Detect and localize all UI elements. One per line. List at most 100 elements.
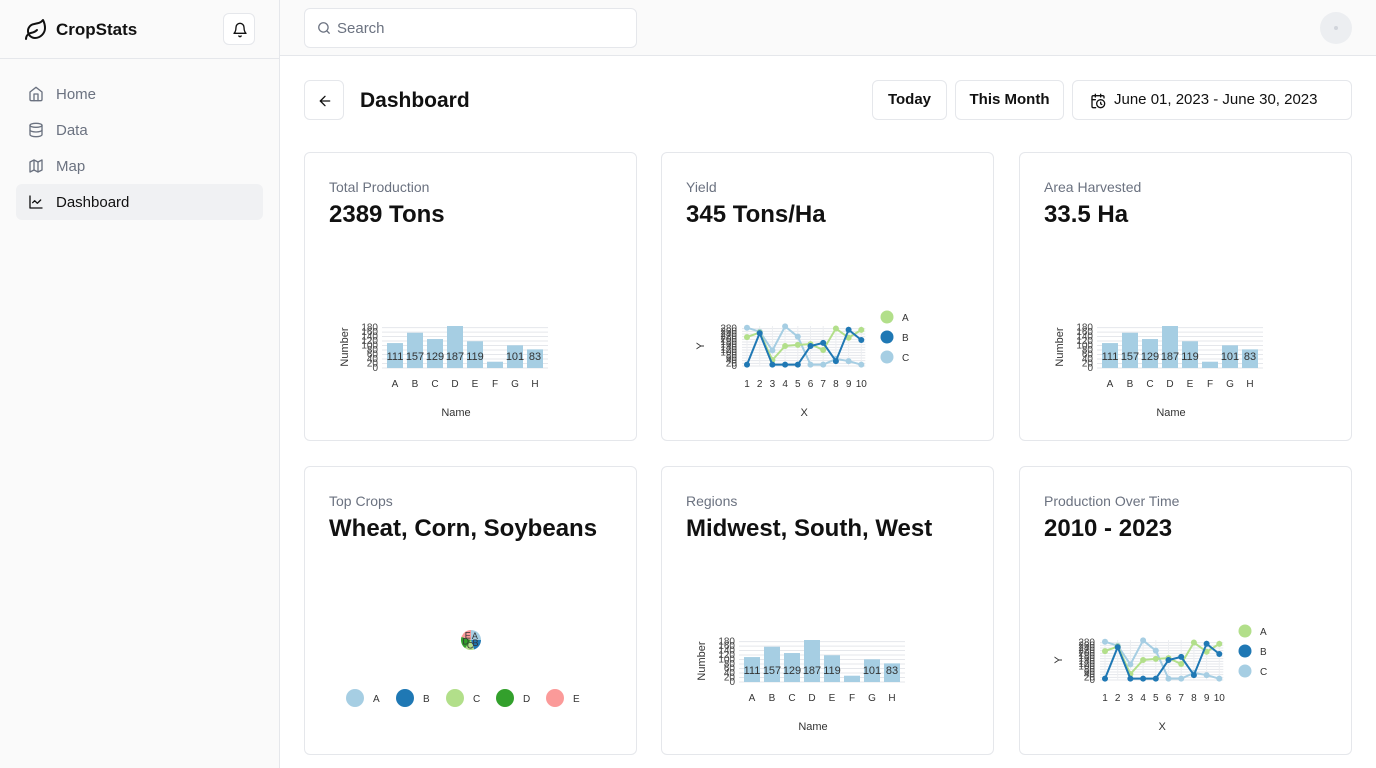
today-button[interactable]: Today	[872, 80, 947, 120]
bar	[487, 361, 503, 368]
data-label: 111	[387, 351, 404, 363]
x-tick-label: F	[492, 379, 498, 390]
x-tick-label: 6	[1166, 693, 1172, 704]
x-axis-label: X	[1158, 721, 1166, 733]
sidebar-item-label: Home	[56, 86, 97, 103]
brand-header: CropStats	[0, 0, 279, 59]
data-point	[1190, 672, 1197, 679]
x-tick-label: 4	[782, 379, 788, 390]
y-tick-label: 280	[1078, 638, 1095, 649]
line-chart: 0204060801001201401601802002202402602801…	[1053, 624, 1267, 733]
legend-swatch	[1238, 624, 1252, 638]
x-tick-label: 10	[1214, 693, 1226, 704]
back-button[interactable]	[304, 80, 344, 120]
data-point	[832, 358, 839, 365]
data-point	[845, 358, 852, 365]
x-tick-label: H	[888, 693, 895, 704]
legend-swatch	[1238, 664, 1252, 678]
data-point	[782, 361, 789, 368]
data-point	[1102, 638, 1108, 645]
data-label: 187	[446, 351, 464, 363]
x-axis-label: Name	[1156, 407, 1185, 419]
x-axis-label: X	[800, 407, 808, 419]
card-top-crops: Top Crops Wheat, Corn, Soybeans ABCDEABC…	[304, 466, 637, 755]
data-point	[1152, 675, 1159, 682]
sidebar-nav: Home Data Map Dashboard	[16, 76, 263, 220]
y-axis-label: Y	[1053, 656, 1065, 664]
date-range-picker[interactable]: June 01, 2023 - June 30, 2023	[1072, 80, 1352, 120]
data-point	[1127, 661, 1134, 668]
data-label: 129	[426, 351, 444, 363]
card-total-production: Total Production 2389 Tons 0 20 40 60 80 100 1…	[304, 152, 637, 441]
x-tick-label: C	[788, 693, 795, 704]
data-label: 129	[1141, 351, 1159, 363]
sidebar: CropStats Home Data Map Dashboard	[0, 0, 280, 768]
avatar[interactable]	[1320, 12, 1352, 44]
legend-label: D	[523, 694, 530, 705]
search-box[interactable]	[304, 8, 637, 48]
brand-name[interactable]: CropStats	[56, 20, 137, 40]
x-tick-label: 9	[1204, 693, 1210, 704]
x-axis-label: Name	[798, 721, 827, 733]
data-point	[1178, 653, 1185, 660]
x-tick-label: D	[1166, 379, 1173, 390]
legend-label: B	[423, 694, 430, 705]
sidebar-item-home[interactable]: Home	[16, 76, 263, 112]
notifications-button[interactable]	[223, 13, 255, 45]
data-point	[769, 361, 776, 368]
bar-chart: 020406080100120140160180111A157B129C187D…	[339, 323, 548, 419]
data-point	[1140, 657, 1147, 663]
arrow-left-icon	[319, 95, 331, 107]
data-point	[756, 330, 763, 337]
data-label: 83	[1244, 351, 1256, 363]
data-label: 157	[1121, 351, 1139, 363]
sidebar-item-data[interactable]: Data	[16, 112, 263, 148]
x-tick-label: F	[1207, 379, 1213, 390]
this-month-button[interactable]: This Month	[955, 80, 1064, 120]
legend-label: B	[902, 333, 909, 344]
data-point	[1178, 675, 1185, 682]
x-axis-label: Name	[441, 407, 470, 419]
legend-swatch	[346, 689, 364, 707]
legend-label: A	[1260, 627, 1267, 638]
data-point	[1140, 637, 1147, 644]
data-label: 83	[886, 665, 898, 677]
data-label: 157	[406, 351, 424, 363]
data-point	[782, 343, 789, 349]
data-point	[769, 347, 776, 354]
database-icon	[29, 122, 43, 138]
x-tick-label: 3	[1128, 693, 1134, 704]
data-point	[1216, 675, 1223, 682]
line-chart: 0204060801001201401601802002202402602801…	[695, 310, 909, 419]
bar	[1202, 361, 1218, 368]
map-icon	[29, 159, 43, 173]
x-tick-label: E	[472, 379, 479, 390]
data-point	[744, 361, 750, 368]
data-label: 187	[803, 665, 821, 677]
y-axis-label: Number	[696, 641, 708, 680]
data-point	[1127, 675, 1134, 682]
x-tick-label: B	[1127, 379, 1134, 390]
y-tick-label: 180	[361, 323, 378, 334]
x-tick-label: A	[392, 379, 399, 390]
sidebar-item-map[interactable]: Map	[16, 148, 263, 184]
x-tick-label: F	[849, 693, 855, 704]
x-tick-label: G	[1226, 379, 1234, 390]
data-label: 119	[466, 351, 484, 363]
card-yield: Yield 345 Tons/Ha 0 20 40 60 80 100 120 140 160 1…	[661, 152, 994, 441]
x-tick-label: 6	[808, 379, 814, 390]
legend-swatch	[546, 689, 564, 707]
data-point	[1152, 647, 1159, 654]
sidebar-item-label: Dashboard	[56, 194, 130, 211]
sidebar-item-dashboard[interactable]: Dashboard	[16, 184, 263, 220]
home-icon	[29, 86, 43, 102]
x-tick-label: E	[1187, 379, 1194, 390]
x-tick-label: 1	[744, 379, 750, 390]
sidebar-item-label: Data	[56, 122, 88, 139]
y-axis-label: Number	[1054, 327, 1066, 366]
search-icon	[318, 22, 330, 34]
data-label: 187	[1161, 351, 1179, 363]
data-point	[1114, 644, 1121, 651]
search-input[interactable]	[337, 18, 617, 38]
x-tick-label: 5	[795, 379, 801, 390]
